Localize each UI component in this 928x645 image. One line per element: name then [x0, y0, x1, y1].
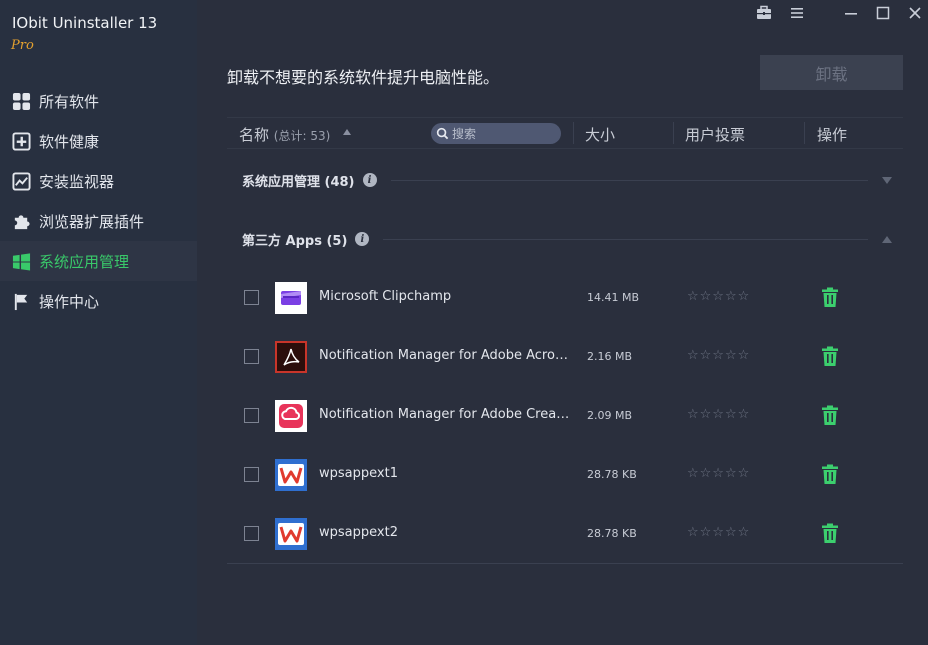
wps-icon [275, 518, 307, 550]
puzzle-icon [11, 211, 31, 231]
app-name: Notification Manager for Adobe Acrobat [319, 348, 574, 363]
app-row[interactable]: wpsappext1 28.78 KB ☆☆☆☆☆ [227, 445, 903, 504]
column-divider [673, 122, 674, 144]
row-checkbox[interactable] [244, 290, 259, 305]
total-count: (总计: 53) [273, 129, 331, 143]
app-title: IObit Uninstaller 13 [12, 14, 158, 32]
trash-icon[interactable] [821, 523, 839, 543]
trash-icon[interactable] [821, 464, 839, 484]
column-name-label: 名称 [239, 126, 270, 144]
group-title: 第三方 Apps (5) [242, 233, 348, 249]
app-size: 2.16 MB [587, 350, 633, 363]
app-name: Notification Manager for Adobe Creativ..… [319, 407, 574, 422]
app-row[interactable]: wpsappext2 28.78 KB ☆☆☆☆☆ [227, 504, 903, 563]
sidebar-item-software-health[interactable]: 软件健康 [0, 121, 197, 161]
column-rating[interactable]: 用户投票 [685, 124, 745, 145]
chart-line-icon [11, 171, 31, 191]
clipchamp-icon [275, 282, 307, 314]
sidebar-item-label: 软件健康 [39, 132, 100, 151]
close-icon[interactable] [904, 3, 926, 23]
sidebar-item-label: 安装监视器 [39, 172, 115, 191]
sidebar-item-label: 系统应用管理 [39, 252, 130, 271]
column-header: 名称 (总计: 53) 大小 用户投票 操作 [227, 117, 903, 149]
sidebar-nav: 所有软件 软件健康 安装监视器 浏览器扩展插件 系统应用管理 操作中心 [0, 81, 197, 321]
search-box[interactable] [431, 123, 561, 144]
app-row[interactable]: Microsoft Clipchamp 14.41 MB ☆☆☆☆☆ [227, 268, 903, 327]
row-checkbox[interactable] [244, 408, 259, 423]
wps-icon [275, 459, 307, 491]
maximize-icon[interactable] [872, 3, 894, 23]
minimize-icon[interactable] [840, 3, 862, 23]
group-divider [383, 238, 868, 240]
rating-stars[interactable]: ☆☆☆☆☆ [687, 407, 750, 422]
list-bottom-divider [227, 563, 903, 564]
rating-stars[interactable]: ☆☆☆☆☆ [687, 348, 750, 363]
creative-cloud-icon [275, 400, 307, 432]
sidebar-item-all-software[interactable]: 所有软件 [0, 81, 197, 121]
row-checkbox[interactable] [244, 349, 259, 364]
windows-icon [11, 251, 31, 271]
sidebar-item-install-monitor[interactable]: 安装监视器 [0, 161, 197, 201]
sidebar-item-label: 浏览器扩展插件 [39, 212, 145, 231]
collapse-chevron-icon[interactable] [882, 235, 892, 243]
uninstall-button[interactable]: 卸载 [760, 55, 903, 90]
group-system-apps[interactable]: 系统应用管理 (48) i [242, 170, 892, 190]
app-size: 2.09 MB [587, 409, 633, 422]
sidebar-item-label: 操作中心 [39, 292, 100, 311]
sidebar: IObit Uninstaller 13 Pro 所有软件 软件健康 安装监视器… [0, 0, 197, 645]
app-size: 28.78 KB [587, 468, 637, 481]
sidebar-item-browser-extensions[interactable]: 浏览器扩展插件 [0, 201, 197, 241]
app-name: wpsappext1 [319, 466, 398, 481]
sidebar-item-action-center[interactable]: 操作中心 [0, 281, 197, 321]
column-divider [573, 122, 574, 144]
menu-icon[interactable] [786, 3, 808, 23]
main-panel: 卸载不想要的系统软件提升电脑性能。 卸载 名称 (总计: 53) 大小 用户投票… [197, 0, 928, 645]
search-icon [436, 127, 449, 140]
group-divider [390, 179, 868, 181]
column-action: 操作 [817, 126, 848, 144]
sidebar-item-label: 所有软件 [39, 92, 100, 111]
rating-stars[interactable]: ☆☆☆☆☆ [687, 289, 750, 304]
app-size: 14.41 MB [587, 291, 640, 304]
app-name: wpsappext2 [319, 525, 398, 540]
flag-icon [11, 291, 31, 311]
trash-icon[interactable] [821, 287, 839, 307]
app-row[interactable]: Notification Manager for Adobe Acrobat 2… [227, 327, 903, 386]
info-icon[interactable]: i [362, 173, 377, 187]
medical-plus-icon [11, 131, 31, 151]
column-divider [804, 122, 805, 144]
column-name[interactable]: 名称 (总计: 53) [239, 124, 330, 145]
expand-chevron-icon[interactable] [882, 176, 892, 184]
row-checkbox[interactable] [244, 526, 259, 541]
app-row[interactable]: Notification Manager for Adobe Creativ..… [227, 386, 903, 445]
sort-asc-icon[interactable] [343, 129, 351, 135]
rating-stars[interactable]: ☆☆☆☆☆ [687, 525, 750, 540]
trash-icon[interactable] [821, 346, 839, 366]
column-size[interactable]: 大小 [585, 124, 615, 145]
acrobat-icon [275, 341, 307, 373]
search-input[interactable] [452, 124, 552, 143]
app-size: 28.78 KB [587, 527, 637, 540]
info-icon[interactable]: i [355, 232, 370, 246]
trash-icon[interactable] [821, 405, 839, 425]
app-name: Microsoft Clipchamp [319, 289, 452, 304]
toolbox-icon[interactable] [753, 3, 775, 23]
row-checkbox[interactable] [244, 467, 259, 482]
sidebar-item-system-apps[interactable]: 系统应用管理 [0, 241, 197, 281]
group-third-party-apps[interactable]: 第三方 Apps (5) i [242, 229, 892, 249]
app-edition: Pro [11, 38, 34, 53]
page-headline: 卸载不想要的系统软件提升电脑性能。 [227, 68, 500, 87]
group-title: 系统应用管理 (48) [242, 174, 355, 190]
grid-icon [11, 91, 31, 111]
rating-stars[interactable]: ☆☆☆☆☆ [687, 466, 750, 481]
